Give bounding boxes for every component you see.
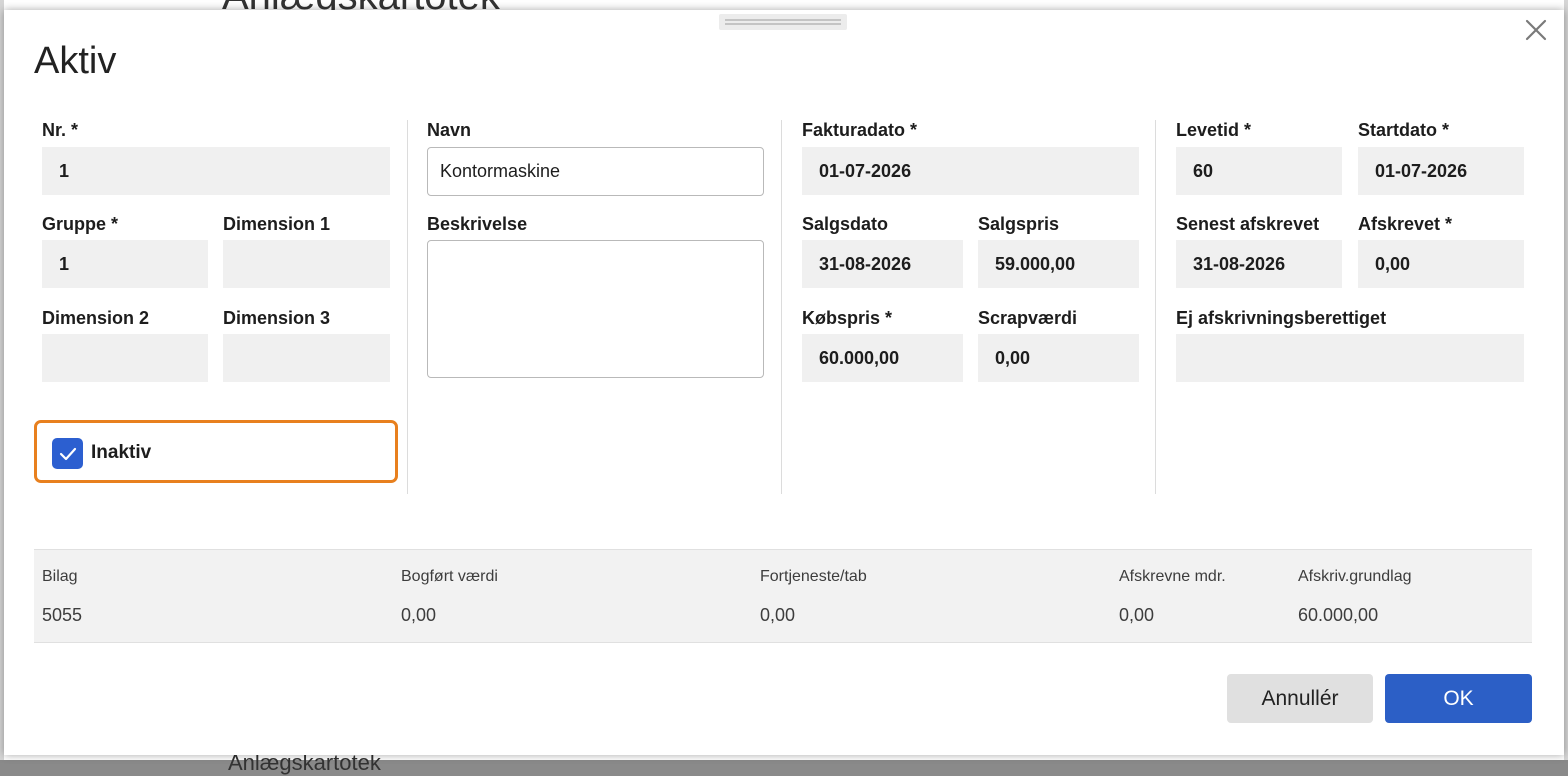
salgsdato-field[interactable]: 31-08-2026 (802, 240, 963, 288)
close-icon (1525, 19, 1547, 41)
senest-afskrevet-label: Senest afskrevet (1176, 214, 1320, 234)
cancel-button[interactable]: Annullér (1227, 674, 1373, 723)
scrapvaerdi-field[interactable]: 0,00 (978, 334, 1139, 382)
checkmark-icon (59, 447, 76, 460)
fakturadato-field[interactable]: 01-07-2026 (802, 147, 1139, 195)
summary-header-afskriv-grundlag: Afskriv.grundlag (1298, 568, 1412, 585)
levetid-label: Levetid * (1176, 120, 1252, 140)
ej-afskrivningsberettiget-field[interactable] (1176, 334, 1524, 382)
navn-input[interactable]: Kontormaskine (427, 147, 764, 196)
beskrivelse-label: Beskrivelse (427, 214, 528, 234)
startdato-field[interactable]: 01-07-2026 (1358, 147, 1524, 195)
column-divider (1155, 120, 1156, 494)
summary-band: Bilag Bogført værdi Fortjeneste/tab Afsk… (34, 549, 1532, 643)
inaktiv-checkbox[interactable] (52, 438, 83, 469)
summary-value-bogfoert-vaerdi: 0,00 (401, 605, 437, 625)
kobspris-field[interactable]: 60.000,00 (802, 334, 963, 382)
startdato-label: Startdato * (1358, 120, 1450, 140)
beskrivelse-textarea[interactable] (427, 240, 764, 378)
summary-header-bogfoert-vaerdi: Bogført værdi (401, 568, 498, 585)
dimension1-label: Dimension 1 (223, 214, 331, 234)
dimension2-field[interactable] (42, 334, 208, 382)
afskrevet-label: Afskrevet * (1358, 214, 1453, 234)
ok-button[interactable]: OK (1385, 674, 1532, 723)
fakturadato-label: Fakturadato * (802, 120, 918, 140)
levetid-field[interactable]: 60 (1176, 147, 1342, 195)
salgsdato-label: Salgsdato (802, 214, 889, 234)
dimension3-field[interactable] (223, 334, 390, 382)
summary-value-bilag: 5055 (42, 605, 83, 625)
summary-header-bilag: Bilag (42, 568, 78, 585)
navn-label: Navn (427, 120, 472, 140)
scrapvaerdi-label: Scrapværdi (978, 308, 1078, 328)
dialog-title: Aktiv (34, 40, 117, 82)
salgspris-label: Salgspris (978, 214, 1060, 234)
close-button[interactable] (1516, 12, 1556, 48)
column-divider (407, 120, 408, 494)
dimension1-field[interactable] (223, 240, 390, 288)
inaktiv-checkbox-container[interactable]: Inaktiv (34, 420, 398, 483)
ej-afskrivningsberettiget-label: Ej afskrivningsberettiget (1176, 308, 1387, 328)
background-right-rail (1564, 0, 1568, 760)
column-divider (781, 120, 782, 494)
summary-value-fortjeneste-tab: 0,00 (760, 605, 796, 625)
salgspris-field[interactable]: 59.000,00 (978, 240, 1139, 288)
dimension2-label: Dimension 2 (42, 308, 150, 328)
inaktiv-label: Inaktiv (91, 442, 152, 463)
summary-value-afskrevne-mdr: 0,00 (1119, 605, 1155, 625)
nr-field[interactable]: 1 (42, 147, 390, 195)
drag-handle[interactable] (719, 14, 847, 30)
afskrevet-field[interactable]: 0,00 (1358, 240, 1524, 288)
summary-value-afskriv-grundlag: 60.000,00 (1298, 605, 1379, 625)
summary-header-afskrevne-mdr: Afskrevne mdr. (1119, 568, 1226, 585)
nr-label: Nr. * (42, 120, 79, 140)
dimension3-label: Dimension 3 (223, 308, 331, 328)
summary-header-fortjeneste-tab: Fortjeneste/tab (760, 568, 867, 585)
aktiv-dialog: Aktiv Nr. * 1 Gruppe * 1 Dimension 1 Dim… (4, 10, 1564, 755)
senest-afskrevet-field[interactable]: 31-08-2026 (1176, 240, 1342, 288)
gruppe-label: Gruppe * (42, 214, 119, 234)
kobspris-label: Købspris * (802, 308, 893, 328)
gruppe-field[interactable]: 1 (42, 240, 208, 288)
